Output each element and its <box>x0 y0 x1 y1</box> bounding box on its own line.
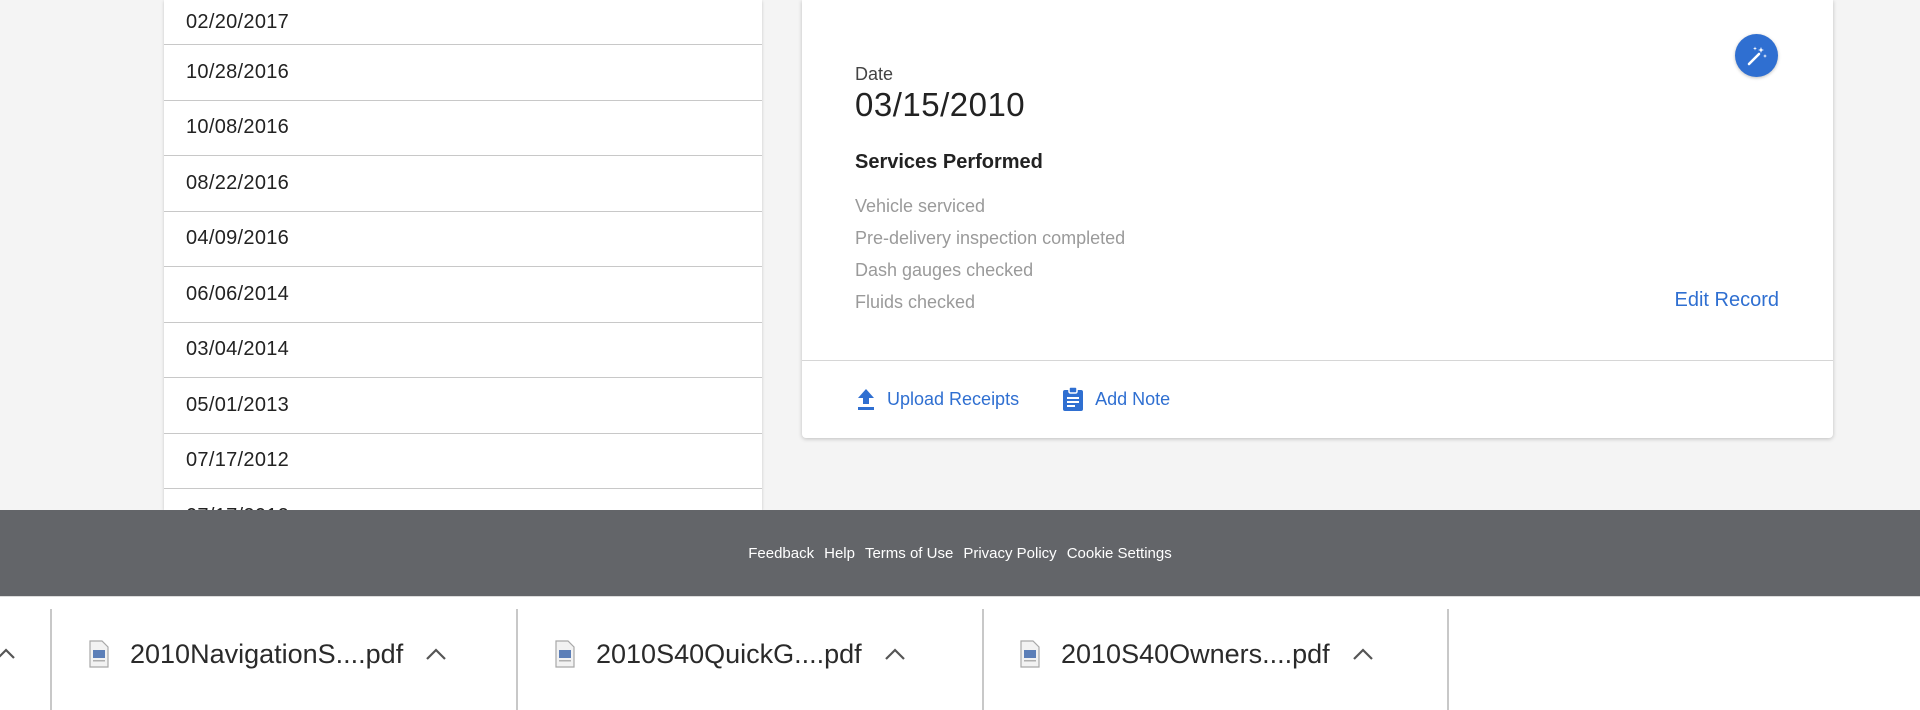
footer-link-cookie-settings[interactable]: Cookie Settings <box>1067 545 1172 562</box>
services-list: Vehicle serviced Pre-delivery inspection… <box>855 195 1125 323</box>
pdf-file-icon <box>89 640 109 668</box>
chevron-up-icon[interactable] <box>425 647 447 661</box>
date-list-item[interactable]: 07/17/2012 <box>164 434 762 489</box>
date-list-item[interactable]: 02/20/2017 <box>164 0 762 45</box>
date-list-item[interactable]: 06/06/2014 <box>164 267 762 323</box>
record-body: Date 03/15/2010 Services Performed Vehic… <box>802 0 1833 361</box>
magic-wand-button[interactable] <box>1735 34 1778 77</box>
upload-receipts-button[interactable]: Upload Receipts <box>855 387 1019 411</box>
footer-link-feedback[interactable]: Feedback <box>748 545 814 562</box>
service-record-card: Date 03/15/2010 Services Performed Vehic… <box>802 0 1833 438</box>
divider <box>1447 609 1449 710</box>
date-list-item[interactable]: 04/09/2016 <box>164 212 762 267</box>
download-item[interactable]: 2010S40Owners....pdf <box>1019 637 1374 671</box>
magic-wand-icon <box>1747 46 1767 65</box>
date-list-item[interactable]: 05/01/2013 <box>164 378 762 434</box>
chevron-up-icon[interactable] <box>0 643 20 663</box>
download-filename: 2010S40QuickG....pdf <box>596 638 862 669</box>
divider <box>50 609 52 710</box>
services-title: Services Performed <box>855 151 1043 173</box>
date-label: Date <box>855 64 894 84</box>
footer-link-terms[interactable]: Terms of Use <box>865 545 953 562</box>
date-list-item[interactable]: 10/28/2016 <box>164 45 762 101</box>
upload-receipts-label: Upload Receipts <box>887 388 1020 409</box>
divider <box>516 609 518 710</box>
record-date: 03/15/2010 <box>855 86 1026 123</box>
date-list-item[interactable]: 08/22/2016 <box>164 156 762 212</box>
add-note-label: Add Note <box>1095 388 1171 409</box>
service-date-list: 02/20/2017 10/28/2016 10/08/2016 08/22/2… <box>164 0 762 510</box>
clipboard-icon <box>1063 386 1084 411</box>
upload-icon <box>858 389 874 410</box>
service-item: Pre-delivery inspection completed <box>855 228 1126 248</box>
pdf-file-icon <box>555 640 575 668</box>
downloads-bar: 2010NavigationS....pdf 2010S40QuickG....… <box>0 596 1920 710</box>
footer-link-help[interactable]: Help <box>824 545 855 562</box>
service-item: Dash gauges checked <box>855 260 1034 280</box>
divider <box>982 609 984 710</box>
date-list-item[interactable]: 07/17/2012 <box>164 489 762 510</box>
download-filename: 2010NavigationS....pdf <box>130 638 404 669</box>
chevron-up-icon[interactable] <box>884 647 906 661</box>
download-item[interactable]: 2010S40QuickG....pdf <box>554 637 906 671</box>
date-list-item[interactable]: 10/08/2016 <box>164 101 762 156</box>
download-filename: 2010S40Owners....pdf <box>1061 638 1330 669</box>
download-item[interactable]: 2010NavigationS....pdf <box>88 637 447 671</box>
date-list-item[interactable]: 03/04/2014 <box>164 323 762 378</box>
footer-link-privacy[interactable]: Privacy Policy <box>963 545 1056 562</box>
service-item: Fluids checked <box>855 292 976 312</box>
edit-record-link[interactable]: Edit Record <box>1675 289 1780 312</box>
service-item: Vehicle serviced <box>855 196 986 216</box>
add-note-button[interactable]: Add Note <box>1061 386 1170 412</box>
card-actions: Upload Receipts Add Note <box>855 386 1212 412</box>
pdf-file-icon <box>1020 640 1040 668</box>
site-footer: Feedback Help Terms of Use Privacy Polic… <box>0 510 1920 596</box>
chevron-up-icon[interactable] <box>1352 647 1374 661</box>
